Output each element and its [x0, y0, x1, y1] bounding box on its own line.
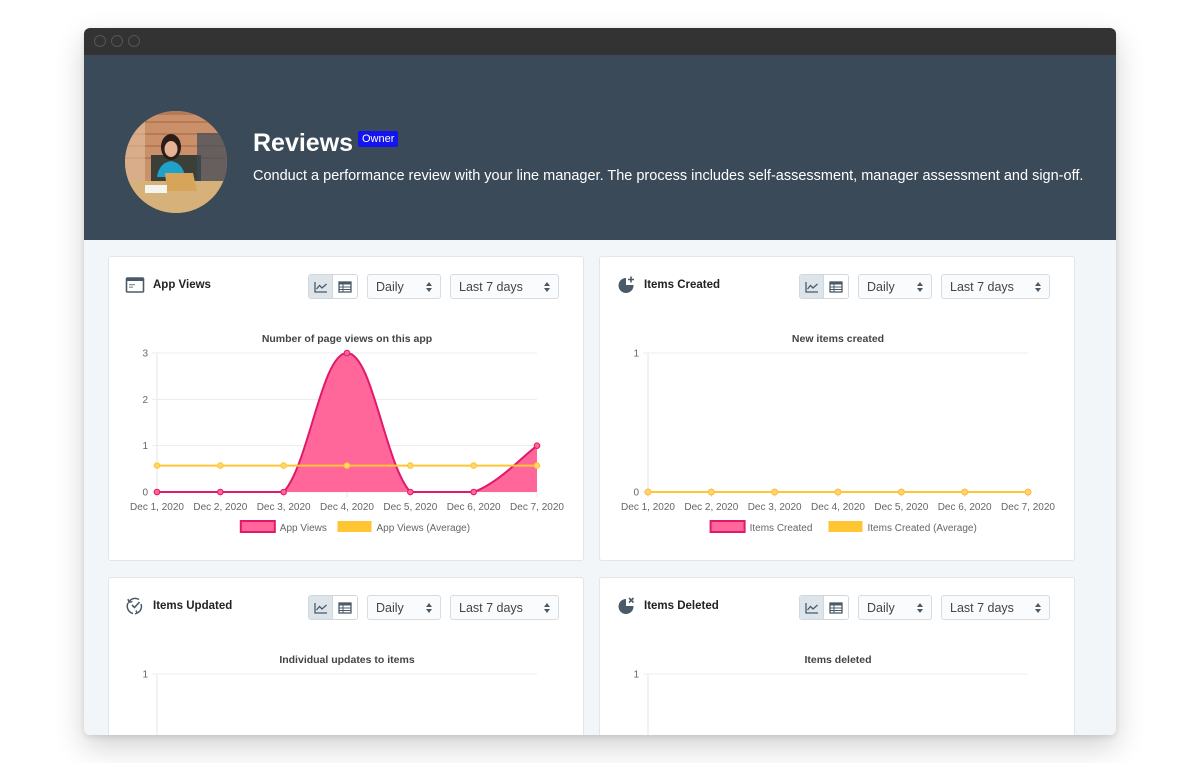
y-tick-label: 0	[142, 488, 148, 499]
data-point	[343, 462, 351, 469]
chart-title: Items deleted	[804, 654, 871, 666]
panel-items-updated: Items Updated Daily Last 7 days Individu…	[108, 577, 584, 735]
data-point	[644, 488, 652, 496]
app-description: Conduct a performance review with your l…	[253, 168, 1084, 184]
y-tick-label: 3	[142, 349, 148, 360]
x-tick-label: Dec 3, 2020	[257, 502, 311, 513]
chart: New items created 0 1 Dec 1, 2020 Dec 2, 202…	[621, 333, 1055, 534]
avatar-photo-icon	[125, 111, 227, 213]
legend-label: Items Created	[750, 523, 813, 534]
y-tick-label: 1	[633, 670, 639, 681]
data-point	[834, 488, 842, 496]
chart-title: Number of page views on this app	[262, 333, 432, 345]
data-point	[217, 462, 224, 469]
x-tick-label: Dec 1, 2020	[621, 502, 675, 513]
chart-title: Individual updates to items	[279, 654, 415, 666]
data-point	[961, 488, 968, 496]
data-point	[407, 462, 414, 469]
legend-swatch	[239, 520, 276, 533]
data-point	[217, 488, 224, 496]
legend-swatch	[828, 521, 863, 532]
app-avatar	[125, 111, 227, 213]
app-header: Reviews Owner Conduct a performance revi…	[84, 55, 1116, 267]
data-point	[898, 488, 905, 496]
panel-app-views: App Views Daily Last 7 days Number of pa…	[108, 256, 584, 561]
data-point	[1024, 488, 1032, 496]
data-point	[533, 462, 541, 469]
x-tick-label: Dec 6, 2020	[938, 502, 992, 513]
x-tick-label: Dec 2, 2020	[193, 502, 247, 513]
data-point	[280, 462, 287, 469]
series-area	[157, 353, 537, 492]
y-tick-label: 1	[142, 670, 148, 681]
y-tick-label: 0	[633, 488, 639, 499]
x-tick-label: Dec 3, 2020	[748, 502, 802, 513]
panel-items-created: Items Created Daily Last 7 days New item…	[599, 256, 1075, 561]
window-titlebar	[84, 28, 1116, 55]
data-point	[771, 488, 778, 496]
legend-swatch	[709, 520, 746, 533]
x-tick-label: Dec 7, 2020	[1001, 502, 1055, 513]
data-point	[533, 442, 541, 449]
chart: Individual updates to items 1	[142, 654, 537, 735]
x-tick-label: Dec 2, 2020	[684, 502, 738, 513]
owner-badge: Owner	[358, 131, 399, 147]
app-title: Reviews	[253, 129, 354, 157]
x-tick-label: Dec 5, 2020	[383, 502, 437, 513]
x-tick-label: Dec 1, 2020	[130, 502, 184, 513]
panel-items-deleted: Items Deleted Daily Last 7 days Items de…	[599, 577, 1075, 735]
y-tick-label: 1	[633, 349, 639, 360]
data-point	[470, 462, 477, 469]
minimize-window-button[interactable]	[111, 35, 123, 47]
chart-title: New items created	[792, 333, 884, 345]
x-tick-label: Dec 4, 2020	[320, 502, 374, 513]
legend-label: App Views (Average)	[377, 523, 471, 534]
x-tick-label: Dec 7, 2020	[510, 502, 564, 513]
data-point	[153, 462, 161, 469]
data-point	[708, 488, 715, 496]
y-tick-label: 2	[142, 395, 148, 406]
legend-swatch	[337, 521, 372, 532]
x-tick-label: Dec 5, 2020	[874, 502, 928, 513]
app-window: Reviews Owner Conduct a performance revi…	[84, 28, 1116, 735]
x-tick-label: Dec 6, 2020	[447, 502, 501, 513]
data-point	[153, 488, 161, 496]
data-point	[470, 488, 477, 496]
data-point	[280, 488, 287, 496]
legend-label: Items Created (Average)	[868, 523, 977, 534]
data-point	[343, 349, 351, 357]
y-tick-label: 1	[142, 441, 148, 452]
usage-content: App Views Daily Last 7 days Number of pa…	[84, 240, 1116, 735]
close-window-button[interactable]	[94, 35, 106, 47]
chart: Items deleted 1	[633, 654, 1028, 735]
x-tick-label: Dec 4, 2020	[811, 502, 865, 513]
maximize-window-button[interactable]	[128, 35, 140, 47]
chart: Number of page views on this app 0 1 2 3 Dec …	[130, 333, 564, 534]
legend-label: App Views	[280, 523, 327, 534]
data-point	[407, 488, 414, 496]
